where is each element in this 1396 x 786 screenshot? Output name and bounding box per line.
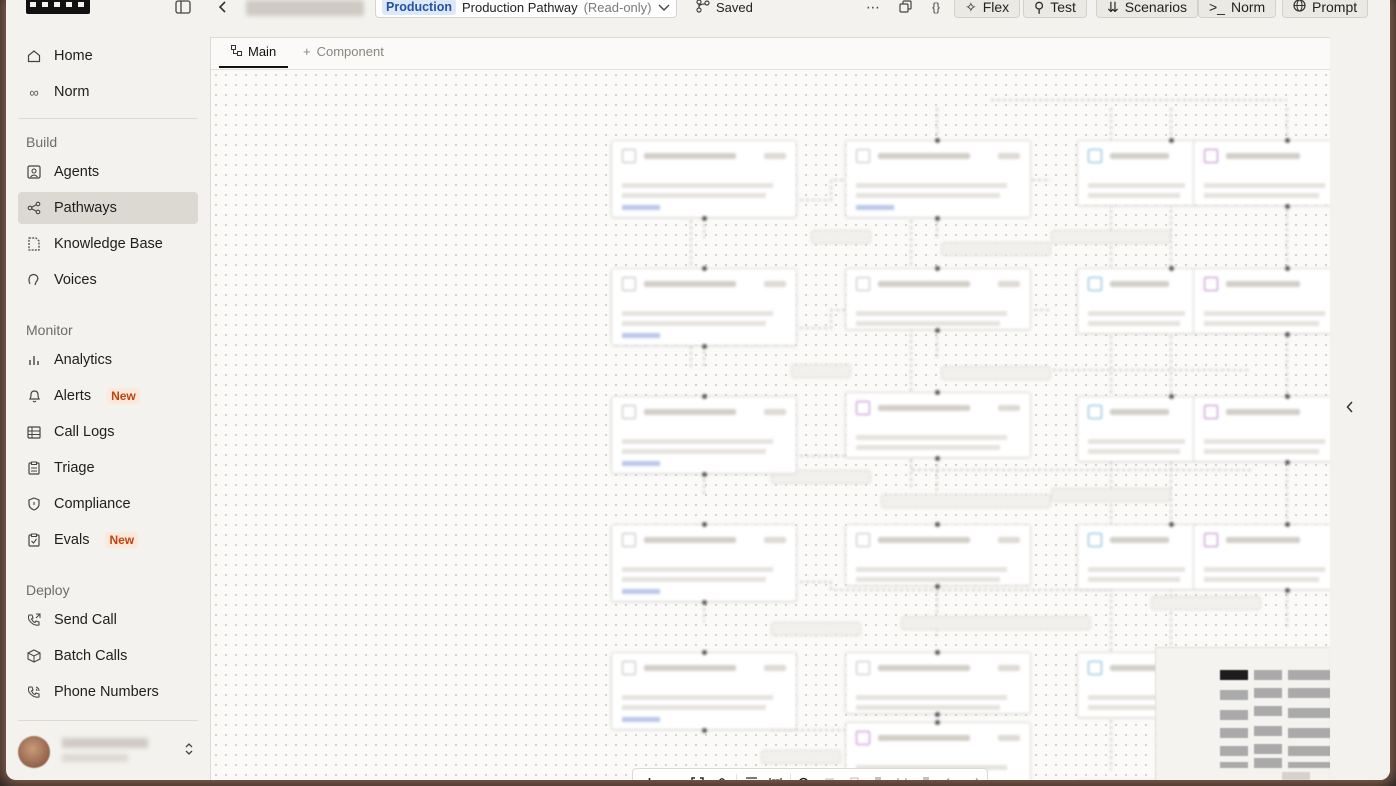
- share-icon: [26, 200, 42, 216]
- shield-icon: [26, 496, 42, 512]
- test-button[interactable]: ⚲ Test: [1023, 0, 1087, 18]
- canvas-minimap[interactable]: [1155, 647, 1330, 780]
- sidebar-item-home[interactable]: Home: [18, 40, 198, 72]
- back-arrow-icon[interactable]: [214, 0, 232, 16]
- search-icon[interactable]: [793, 770, 817, 780]
- app-window: Production Production Pathway (Read-only…: [6, 0, 1390, 780]
- save-status: Saved: [696, 0, 753, 16]
- norm-icon: ∞: [29, 84, 39, 100]
- sidebar: Home ∞ Norm Build Agents Pathways Knowle…: [6, 38, 210, 780]
- avatar: [18, 736, 50, 768]
- pin-icon[interactable]: [866, 770, 890, 780]
- sidebar-item-norm[interactable]: ∞ Norm: [18, 76, 198, 108]
- save-icon[interactable]: [890, 770, 914, 780]
- table-icon: [26, 424, 42, 440]
- sidebar-item-voices[interactable]: Voices: [18, 264, 198, 296]
- more-options-icon[interactable]: ⋯: [864, 0, 882, 16]
- bar-chart-icon: [26, 352, 42, 368]
- prompt-button[interactable]: Prompt: [1282, 0, 1369, 18]
- plus-icon: +: [303, 44, 311, 59]
- sidebar-item-evals[interactable]: Evals New: [18, 524, 198, 556]
- test-icon: ⚲: [1034, 0, 1045, 15]
- sidebar-item-analytics[interactable]: Analytics: [18, 344, 198, 376]
- breadcrumb-redacted[interactable]: [246, 0, 364, 16]
- sidebar-item-triage[interactable]: Triage: [18, 452, 198, 484]
- chevron-down-icon: [658, 0, 670, 15]
- new-badge: New: [105, 532, 139, 548]
- section-monitor: Monitor: [26, 322, 73, 338]
- delete-icon[interactable]: [817, 770, 841, 780]
- tab-bar: Main + Component: [211, 38, 1330, 70]
- undo-icon[interactable]: [938, 770, 962, 780]
- pathway-name: Production Pathway: [461, 0, 578, 15]
- sidebar-item-send-call[interactable]: Send Call: [18, 604, 198, 636]
- sidebar-item-knowledge-base[interactable]: Knowledge Base: [18, 228, 198, 260]
- toolbar-divider: [736, 774, 738, 780]
- pathway-mode: (Read-only): [583, 0, 652, 15]
- lock-icon[interactable]: [710, 770, 734, 780]
- redo-icon[interactable]: [963, 770, 987, 780]
- branch-icon: [696, 0, 710, 16]
- file-icon: [26, 236, 42, 252]
- phone-icon: [26, 684, 42, 700]
- flow-icon: [231, 44, 242, 59]
- sidebar-item-compliance[interactable]: Compliance: [18, 488, 198, 520]
- tab-add-component[interactable]: + Component: [303, 44, 384, 59]
- pathway-editor: Main + Component: [210, 37, 1330, 780]
- voice-icon: [26, 272, 42, 288]
- sidebar-item-call-logs[interactable]: Call Logs: [18, 416, 198, 448]
- sparkle-icon: ✧: [965, 0, 977, 15]
- norm-button[interactable]: >_ Norm: [1198, 0, 1277, 18]
- new-badge: New: [107, 388, 140, 404]
- phone-outgoing-icon: [26, 612, 42, 628]
- chevron-up-down-icon: [184, 742, 194, 759]
- fit-view-icon[interactable]: [686, 770, 710, 780]
- copy-icon[interactable]: [896, 0, 914, 16]
- zoom-out-icon[interactable]: [661, 770, 685, 780]
- align-vertical-icon[interactable]: [739, 770, 763, 780]
- user-email-redacted: [62, 754, 128, 762]
- box-icon: [26, 648, 42, 664]
- sidebar-item-agents[interactable]: Agents: [18, 156, 198, 188]
- section-deploy: Deploy: [26, 582, 70, 598]
- scenarios-icon: ⇊: [1107, 0, 1119, 15]
- pin-icon[interactable]: [914, 770, 938, 780]
- sidebar-item-pathways[interactable]: Pathways: [18, 192, 198, 224]
- canvas-toolbar: [632, 768, 988, 780]
- right-panel-collapsed: [1330, 37, 1390, 780]
- sidebar-item-batch-calls[interactable]: Batch Calls: [18, 640, 198, 672]
- scenarios-button[interactable]: ⇊ Scenarios: [1096, 0, 1198, 18]
- user-name-redacted: [62, 738, 148, 748]
- pathway-canvas[interactable]: [211, 70, 1330, 780]
- environment-badge: Production: [382, 0, 456, 15]
- sidebar-toggle-icon[interactable]: [174, 0, 192, 16]
- json-braces-icon[interactable]: {}: [927, 0, 945, 16]
- brand-logo[interactable]: [26, 0, 90, 14]
- align-horizontal-icon[interactable]: [763, 770, 787, 780]
- bell-icon: [26, 388, 42, 404]
- top-bar: Production Production Pathway (Read-only…: [6, 0, 1390, 38]
- sidebar-item-alerts[interactable]: Alerts New: [18, 380, 198, 412]
- home-icon: [26, 48, 42, 64]
- sidebar-divider: [18, 720, 198, 721]
- pathway-version-selector[interactable]: Production Production Pathway (Read-only…: [375, 0, 677, 18]
- agent-icon: [26, 164, 42, 180]
- globe-icon: [1293, 0, 1306, 15]
- terminal-icon: >_: [1209, 0, 1225, 15]
- user-menu[interactable]: [18, 732, 198, 772]
- flex-button[interactable]: ✧ Flex: [954, 0, 1021, 18]
- toolbar-divider: [789, 774, 791, 780]
- chevron-left-icon[interactable]: [1346, 400, 1354, 416]
- clipboard-icon: [26, 460, 42, 476]
- clipboard-check-icon: [26, 532, 42, 548]
- sidebar-item-phone-numbers[interactable]: Phone Numbers: [18, 676, 198, 708]
- duplicate-icon[interactable]: [841, 770, 865, 780]
- section-build: Build: [26, 134, 58, 150]
- saved-label: Saved: [716, 0, 753, 15]
- zoom-in-icon[interactable]: [637, 770, 661, 780]
- sidebar-divider: [18, 118, 198, 119]
- tab-main[interactable]: Main: [219, 44, 289, 68]
